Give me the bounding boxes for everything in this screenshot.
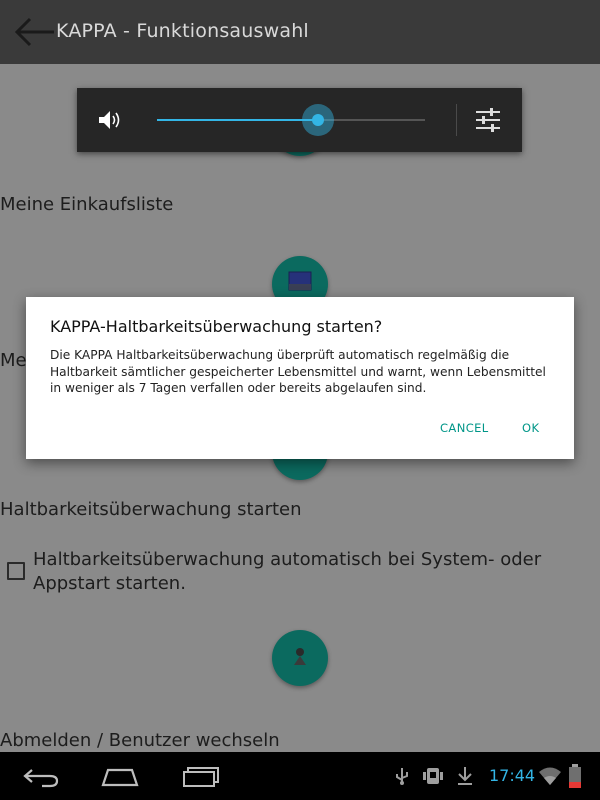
- logout-icon-button[interactable]: [272, 630, 328, 686]
- ok-button[interactable]: OK: [522, 421, 539, 435]
- partial-menu-label[interactable]: Me: [0, 350, 27, 371]
- volume-slider-fill: [157, 119, 318, 121]
- speaker-icon: [99, 111, 120, 129]
- volume-slider-track[interactable]: [157, 104, 425, 136]
- dialog-title: KAPPA-Haltbarkeitsüberwachung starten?: [50, 317, 383, 336]
- dialog-message: Die KAPPA Haltbarkeitsüberwachung überpr…: [50, 348, 546, 395]
- nav-back-icon[interactable]: [22, 766, 60, 788]
- back-arrow-icon[interactable]: [14, 14, 58, 50]
- user-icon: [294, 648, 306, 665]
- logout-label[interactable]: Abmelden / Benutzer wechseln: [0, 730, 280, 751]
- auto-start-label: Haltbarkeitsüberwachung automatisch bei …: [33, 549, 542, 594]
- battery-icon: [569, 764, 581, 788]
- auto-start-row[interactable]: Haltbarkeitsüberwachung automatisch bei …: [7, 548, 600, 598]
- confirm-dialog: KAPPA-Haltbarkeitsüberwachung starten? D…: [26, 297, 574, 459]
- clock: 17:44: [489, 766, 536, 785]
- nav-recents-icon[interactable]: [182, 764, 220, 788]
- volume-divider: [456, 104, 457, 136]
- nav-home-icon[interactable]: [100, 766, 140, 788]
- monitor-start-label[interactable]: Haltbarkeitsüberwachung starten: [0, 499, 302, 520]
- app-title: KAPPA - Funktionsauswahl: [56, 20, 309, 42]
- system-bar: 17:44: [0, 752, 600, 800]
- app-bar: KAPPA - Funktionsauswahl: [0, 0, 600, 64]
- cancel-button[interactable]: CANCEL: [440, 421, 489, 435]
- usb-icon: [396, 768, 408, 785]
- download-icon: [458, 767, 472, 785]
- wifi-icon: [539, 767, 561, 785]
- shopping-list-label[interactable]: Meine Einkaufsliste: [0, 194, 173, 215]
- volume-panel: [77, 88, 522, 152]
- auto-start-checkbox[interactable]: [7, 562, 25, 580]
- volume-slider-thumb[interactable]: [301, 104, 334, 136]
- android-debug-icon: [423, 768, 443, 784]
- equalizer-icon[interactable]: [473, 106, 503, 134]
